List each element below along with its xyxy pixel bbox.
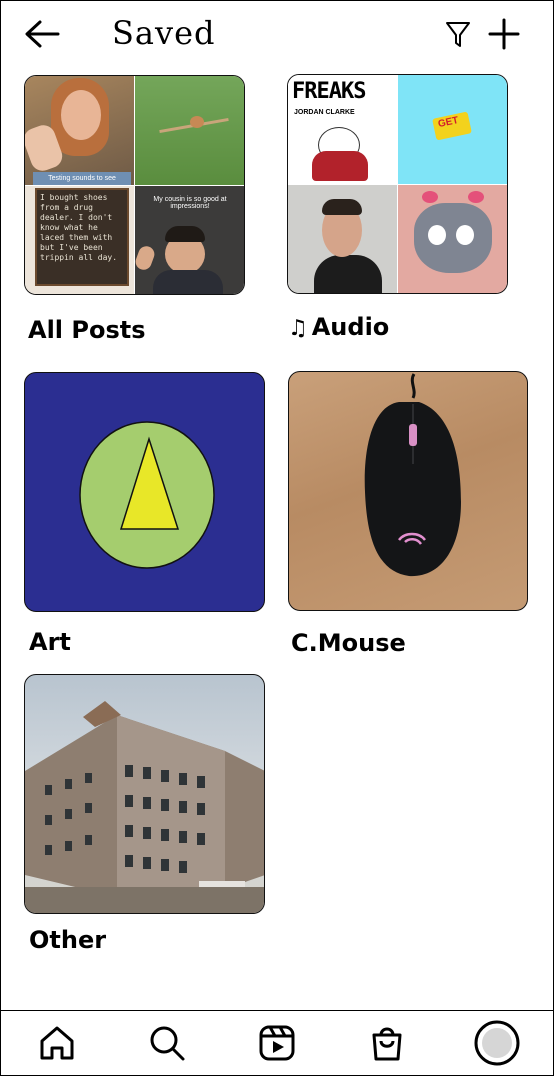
avatar-icon xyxy=(474,1020,520,1066)
thumbnail-sticker: GET xyxy=(398,75,507,184)
shopping-bag-icon xyxy=(372,1027,402,1061)
filter-icon xyxy=(446,22,470,47)
thumbnail-selfie: Testing sounds to see xyxy=(25,76,134,185)
mouse-thumbnail xyxy=(364,373,461,577)
collection-label-art: Art xyxy=(29,628,71,656)
home-icon xyxy=(40,1026,74,1060)
collection-tile-art[interactable] xyxy=(24,372,265,612)
back-button[interactable] xyxy=(22,18,62,50)
nav-search-button[interactable] xyxy=(144,1020,190,1066)
nav-profile-button[interactable] xyxy=(474,1020,520,1066)
music-note-icon: ♫ xyxy=(288,316,308,341)
collection-label-audio: ♫ Audio xyxy=(288,313,389,341)
thumbnail-cartoon-cat xyxy=(398,185,507,293)
filter-button[interactable] xyxy=(444,18,472,50)
art-thumbnail xyxy=(79,421,215,569)
collection-label-other: Other xyxy=(29,926,107,954)
thumbnail-field xyxy=(135,76,244,185)
back-arrow-icon xyxy=(25,20,60,48)
collection-label-c-mouse: C.Mouse xyxy=(291,629,406,657)
nav-shop-button[interactable] xyxy=(364,1020,410,1066)
album-artist: JORDAN CLARKE xyxy=(294,109,355,116)
video-caption: Testing sounds to see xyxy=(33,172,131,185)
bottom-nav-divider xyxy=(0,1010,554,1011)
collection-tile-other[interactable] xyxy=(24,674,265,914)
add-collection-button[interactable] xyxy=(486,16,522,52)
chalkboard-text: I bought shoes from a drug dealer. I don… xyxy=(40,193,118,262)
page-title: Saved xyxy=(112,14,216,52)
thumbnail-chalkboard: I bought shoes from a drug dealer. I don… xyxy=(25,186,134,294)
collection-tile-audio[interactable]: FREAKS JORDAN CLARKE GET xyxy=(287,74,508,294)
album-title: FREAKS xyxy=(292,79,366,104)
nav-home-button[interactable] xyxy=(34,1020,80,1066)
building-thumbnail xyxy=(25,701,264,913)
collection-tile-c-mouse[interactable] xyxy=(288,371,528,611)
thumbnail-album-freaks: FREAKS JORDAN CLARKE xyxy=(288,75,397,184)
nav-reels-button[interactable] xyxy=(254,1020,300,1066)
search-icon xyxy=(150,1026,185,1061)
collection-tile-all-posts[interactable]: Testing sounds to see I bought shoes fro… xyxy=(24,75,245,295)
collection-label-audio-text: Audio xyxy=(311,313,390,341)
thumbnail-person-hoodie xyxy=(288,185,397,293)
reels-icon xyxy=(259,1025,295,1061)
video-caption-2: My cousin is so good at impressions! xyxy=(153,196,227,210)
collection-label-all-posts: All Posts xyxy=(28,316,146,344)
thumbnail-car: My cousin is so good at impressions! xyxy=(135,186,244,294)
plus-icon xyxy=(488,18,520,50)
